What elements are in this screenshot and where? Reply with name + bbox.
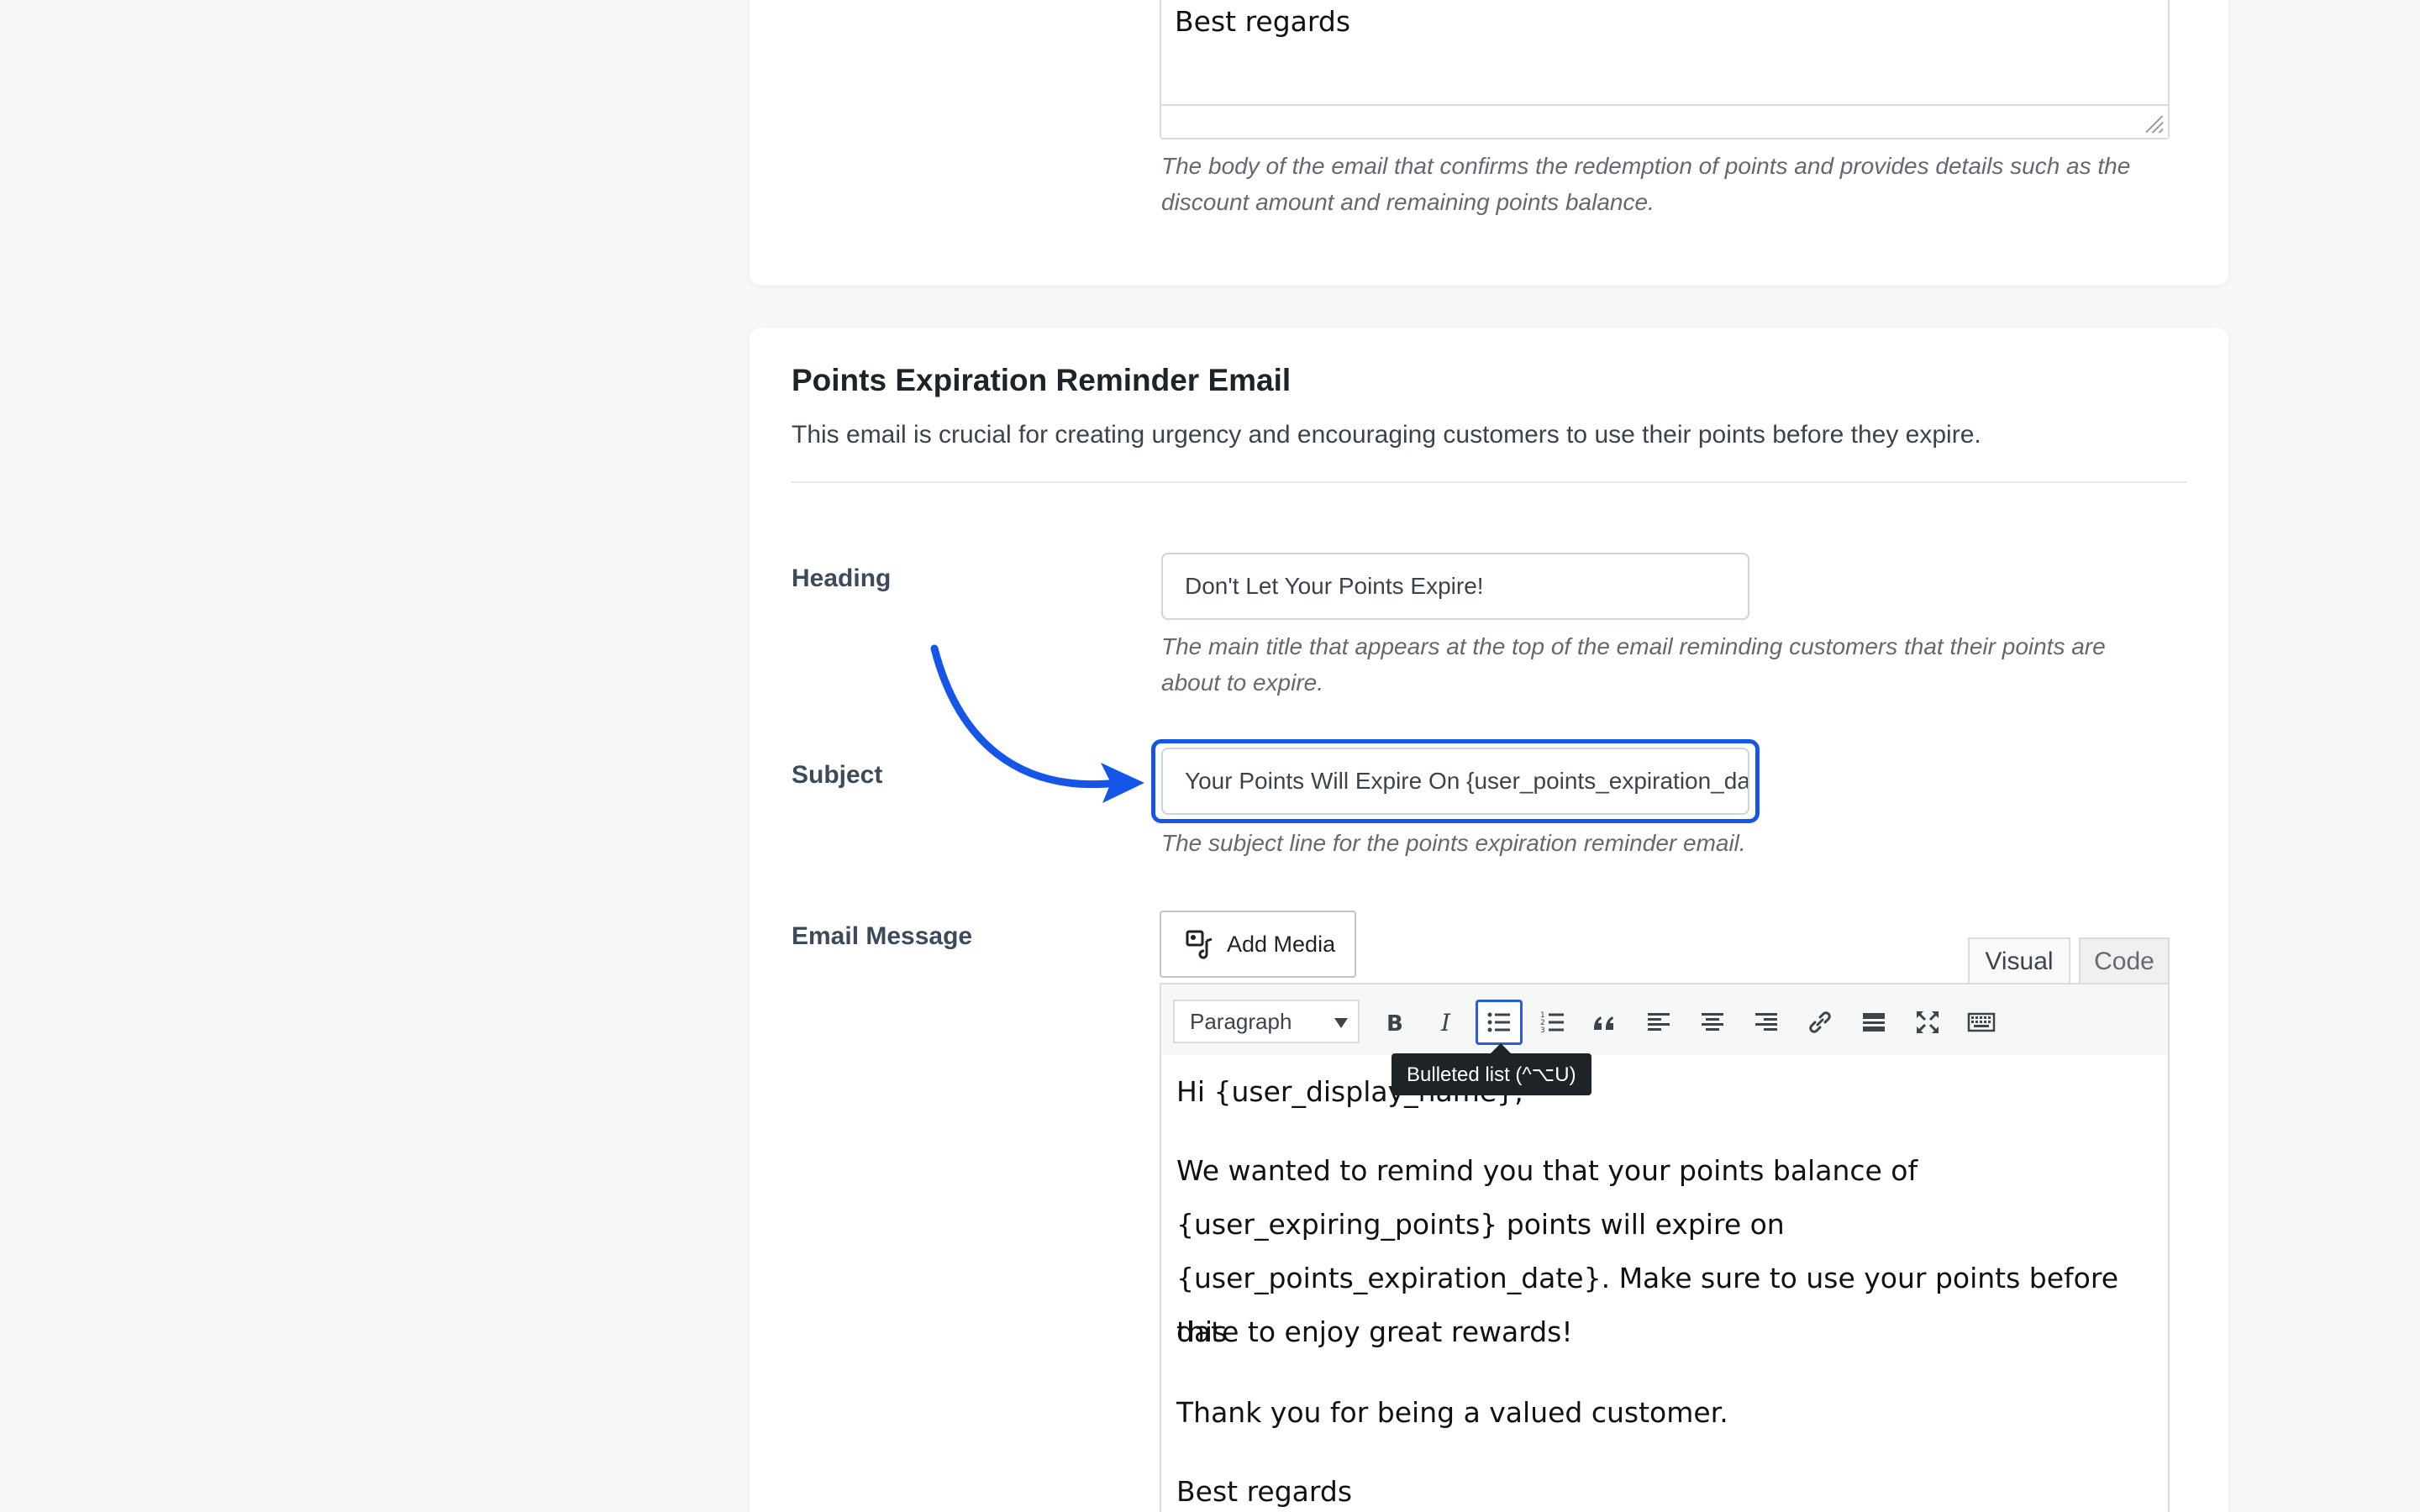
add-media-label: Add Media: [1227, 931, 1336, 957]
previous-email-body-description: The body of the email that confirms the …: [1161, 153, 2131, 215]
bulleted-list-tooltip: Bulleted list (^⌥U): [1392, 1053, 1591, 1095]
insert-link-button[interactable]: [1797, 1000, 1844, 1045]
format-select-value: Paragraph: [1190, 1008, 1292, 1034]
tooltip-arrow: [1491, 1043, 1511, 1053]
bold-button[interactable]: B: [1370, 1000, 1417, 1045]
previous-email-body-textarea[interactable]: Best regards: [1160, 0, 2170, 139]
read-more-icon: [1863, 1013, 1885, 1032]
align-center-icon: [1702, 1013, 1723, 1031]
subject-highlight-box: [1151, 739, 1760, 823]
bulleted-list-button[interactable]: [1476, 1000, 1523, 1045]
numbered-list-icon: 1 2 3: [1540, 1011, 1564, 1035]
editor-toolbar: Paragraph B I 1 2 3: [1160, 983, 2170, 1057]
bulleted-list-icon: [1487, 1012, 1510, 1032]
resize-handle-icon[interactable]: [2146, 116, 2163, 133]
link-icon: [1809, 1011, 1831, 1033]
section-title: Points Expiration Reminder Email: [792, 363, 1292, 397]
heading-label: Heading: [792, 564, 892, 592]
heading-description: The main title that appears at the top o…: [1161, 633, 2106, 696]
tab-visual[interactable]: Visual: [1968, 937, 2070, 984]
blockquote-button[interactable]: [1581, 1000, 1628, 1045]
svg-text:3: 3: [1540, 1026, 1545, 1035]
editor-paragraph-line: We wanted to remind you that your points…: [1176, 1154, 1918, 1187]
align-left-button[interactable]: [1635, 1000, 1682, 1045]
add-media-icon: [1186, 930, 1213, 959]
heading-input[interactable]: Don't Let Your Points Expire!: [1161, 553, 1749, 620]
italic-icon: I: [1440, 1009, 1451, 1037]
fullscreen-button[interactable]: [1904, 1000, 1951, 1045]
add-media-button[interactable]: Add Media: [1160, 911, 1356, 978]
email-message-editor[interactable]: Hi {user_display_name}, We wanted to rem…: [1160, 1055, 2170, 1512]
align-center-button[interactable]: [1689, 1000, 1736, 1045]
annotation-arrow-icon: [930, 644, 1144, 803]
align-left-icon: [1648, 1013, 1670, 1031]
svg-text:I: I: [1440, 1009, 1451, 1037]
editor-paragraph-line: date to enjoy great rewards!: [1176, 1315, 1573, 1348]
chevron-down-icon: [1334, 1018, 1348, 1028]
textarea-status-bar: [1161, 104, 2168, 138]
read-more-button[interactable]: [1850, 1000, 1897, 1045]
toolbar-toggle-button[interactable]: [1958, 1000, 2005, 1045]
bold-icon: B: [1386, 1011, 1403, 1037]
editor-paragraph-thanks: Thank you for being a valued customer.: [1176, 1396, 1728, 1429]
previous-email-body-text: Best regards: [1175, 5, 1351, 38]
fullscreen-icon: [1916, 1011, 1939, 1034]
tab-code[interactable]: Code: [2079, 937, 2170, 984]
section-subtitle: This email is crucial for creating urgen…: [792, 421, 1981, 449]
email-message-label: Email Message: [792, 922, 973, 950]
subject-description: The subject line for the points expirati…: [1161, 830, 1746, 856]
section-divider: [792, 481, 2186, 483]
svg-text:B: B: [1386, 1011, 1403, 1037]
editor-paragraph-line: {user_expiring_points} points will expir…: [1176, 1208, 1785, 1241]
numbered-list-button[interactable]: 1 2 3: [1529, 1000, 1576, 1045]
blockquote-icon: [1594, 1016, 1613, 1030]
subject-label: Subject: [792, 761, 883, 789]
italic-button[interactable]: I: [1423, 1000, 1470, 1045]
align-right-icon: [1755, 1013, 1777, 1031]
editor-paragraph-signoff: Best regards: [1176, 1475, 1353, 1508]
keyboard-icon: [1967, 1012, 1996, 1032]
paragraph-format-select[interactable]: Paragraph: [1173, 1000, 1360, 1043]
align-right-button[interactable]: [1743, 1000, 1790, 1045]
